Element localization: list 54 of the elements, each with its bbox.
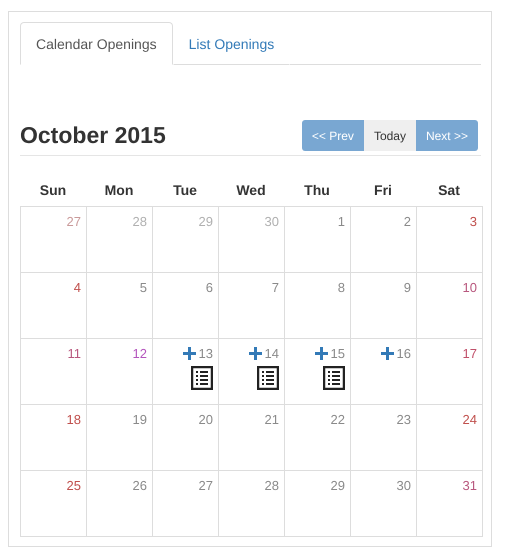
day-number: 11: [68, 346, 81, 361]
month-title: October 2015: [20, 122, 166, 149]
day-number: 25: [66, 478, 81, 493]
plus-icon[interactable]: [380, 347, 394, 360]
day-number: 21: [264, 412, 279, 427]
day-number: 6: [206, 280, 213, 295]
day-number: 8: [338, 280, 345, 295]
day-number: 16: [396, 346, 411, 361]
day-number: 28: [132, 214, 147, 229]
today-button[interactable]: Today: [364, 120, 416, 151]
day-number: 26: [132, 478, 147, 493]
day-number: 31: [462, 478, 477, 493]
day-number: 30: [396, 478, 411, 493]
day-number: 27: [66, 214, 81, 229]
day-number: 27: [198, 478, 213, 493]
list-icon[interactable]: [257, 366, 279, 390]
weekday-header: Wed: [235, 182, 267, 200]
weekday-header: Mon: [104, 182, 134, 200]
list-icon[interactable]: [323, 366, 345, 390]
day-number: 28: [264, 478, 279, 493]
plus-icon[interactable]: [182, 347, 196, 360]
plus-icon[interactable]: [314, 347, 328, 360]
nav-button[interactable]: << Prev: [302, 120, 364, 151]
day-number: 4: [74, 280, 81, 295]
day-number: 30: [264, 214, 279, 229]
day-number: 18: [66, 412, 81, 427]
day-number: 1: [338, 214, 345, 229]
day-number: 23: [396, 412, 411, 427]
day-number: 15: [330, 346, 345, 361]
day-number: 29: [198, 214, 213, 229]
day-number: 19: [132, 412, 147, 427]
weekday-header: Fri: [373, 182, 393, 200]
nav-button[interactable]: Next >>: [416, 120, 478, 151]
weekday-header: Sun: [38, 182, 68, 200]
weekday-header: Sat: [437, 182, 461, 200]
day-number: 17: [462, 346, 477, 361]
day-number: 22: [330, 412, 345, 427]
day-number: 24: [462, 412, 477, 427]
list-icon[interactable]: [191, 366, 213, 390]
plus-icon[interactable]: [248, 347, 262, 360]
weekday-header: Thu: [303, 182, 331, 200]
day-number: 5: [140, 280, 147, 295]
day-number: 2: [404, 214, 411, 229]
day-number: 3: [470, 214, 477, 229]
day-number: 14: [264, 346, 279, 361]
day-number: 10: [462, 280, 477, 295]
weekday-header: Tue: [172, 182, 198, 200]
day-number: 13: [198, 346, 213, 361]
day-number: 9: [404, 280, 411, 295]
day-number: 29: [330, 478, 345, 493]
day-number: 7: [272, 280, 279, 295]
day-number: 12: [132, 346, 147, 361]
day-number: 20: [198, 412, 213, 427]
tab[interactable]: Calendar Openings: [20, 22, 173, 65]
